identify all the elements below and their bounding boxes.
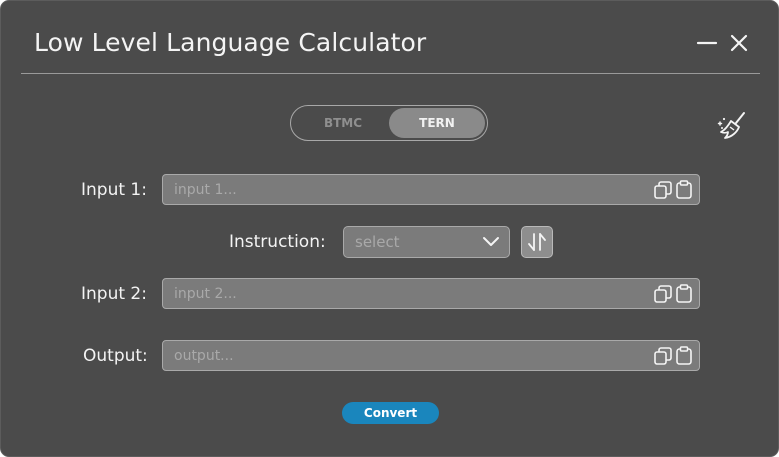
input1-field[interactable]	[163, 175, 654, 204]
clipboard-icon	[676, 346, 692, 365]
output-copy-button[interactable]	[654, 347, 672, 365]
input1-field-container	[162, 174, 700, 205]
toggle-option-tern[interactable]: TERN	[389, 108, 485, 138]
chevron-down-icon	[483, 237, 499, 246]
input2-field-container	[162, 278, 700, 309]
broom-icon	[717, 112, 745, 139]
minimize-button[interactable]	[695, 31, 719, 55]
window-title: Low Level Language Calculator	[34, 28, 427, 57]
clipboard-icon	[676, 284, 692, 303]
input2-field[interactable]	[163, 279, 654, 308]
convert-button[interactable]: Convert	[342, 402, 439, 424]
instruction-select[interactable]: select	[343, 226, 510, 258]
copy-icon	[654, 347, 672, 365]
output-field-container	[162, 340, 700, 371]
input2-paste-button[interactable]	[675, 284, 693, 303]
clear-button[interactable]	[717, 110, 749, 142]
copy-icon	[654, 181, 672, 199]
instruction-select-value: select	[355, 233, 400, 251]
input2-copy-button[interactable]	[654, 285, 672, 303]
minimize-icon	[696, 41, 718, 45]
input1-label: Input 1:	[81, 180, 147, 200]
output-paste-button[interactable]	[675, 346, 693, 365]
toggle-option-btmc[interactable]: BTMC	[295, 108, 391, 138]
swap-arrows-icon	[528, 233, 546, 251]
close-button[interactable]	[727, 31, 751, 55]
input1-paste-button[interactable]	[675, 180, 693, 199]
close-icon	[730, 34, 748, 52]
instruction-label: Instruction:	[229, 232, 326, 252]
app-window: Low Level Language Calculator BTMC TERN …	[0, 0, 779, 457]
clipboard-icon	[676, 180, 692, 199]
input1-copy-button[interactable]	[654, 181, 672, 199]
input2-label: Input 2:	[81, 284, 147, 304]
output-label: Output:	[83, 346, 148, 366]
copy-icon	[654, 285, 672, 303]
mode-toggle[interactable]: BTMC TERN	[290, 105, 488, 141]
title-divider	[21, 73, 760, 74]
swap-button[interactable]	[521, 226, 553, 258]
output-field[interactable]	[163, 341, 654, 370]
